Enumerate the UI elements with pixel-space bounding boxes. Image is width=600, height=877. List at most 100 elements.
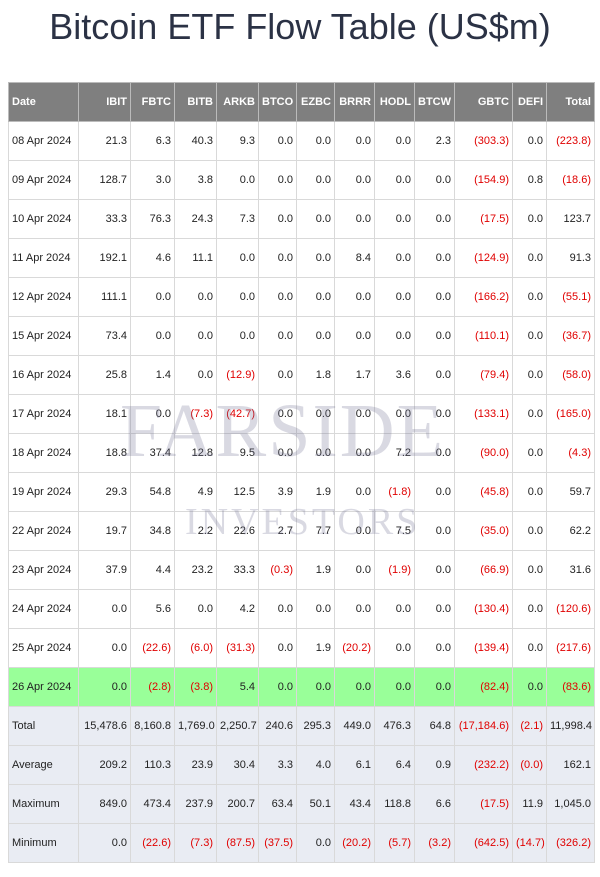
table-cell-fbtc: 54.8 xyxy=(130,472,175,512)
table-cell-total: 123.7 xyxy=(546,199,595,239)
table-cell-ibit: 29.3 xyxy=(78,472,131,512)
table-cell-brrr: 6.1 xyxy=(334,745,375,785)
table-cell-bitb: 0.0 xyxy=(174,355,217,395)
table-cell-fbtc: 3.0 xyxy=(130,160,175,200)
table-cell-date: 19 Apr 2024 xyxy=(8,472,79,512)
table-cell-brrr: 0.0 xyxy=(334,511,375,551)
column-header-fbtc: FBTC xyxy=(130,82,175,122)
table-cell-date: 25 Apr 2024 xyxy=(8,628,79,668)
table-cell-ibit: 0.0 xyxy=(78,589,131,629)
table-cell-hodl: 0.0 xyxy=(374,160,415,200)
table-cell-ezbc: 50.1 xyxy=(296,784,335,824)
table-cell-bitb: 40.3 xyxy=(174,121,217,161)
table-cell-ibit: 0.0 xyxy=(78,628,131,668)
table-cell-btcw: 0.0 xyxy=(414,277,455,317)
table-cell-btcw: 0.0 xyxy=(414,394,455,434)
table-cell-total: (58.0) xyxy=(546,355,595,395)
table-cell-defi: 0.0 xyxy=(512,472,547,512)
table-cell-brrr: 0.0 xyxy=(334,316,375,356)
table-cell-ezbc: 295.3 xyxy=(296,706,335,746)
table-cell-btco: (0.3) xyxy=(258,550,297,590)
table-cell-brrr: (20.2) xyxy=(334,628,375,668)
table-cell-bitb: 23.2 xyxy=(174,550,217,590)
table-cell-defi: 0.8 xyxy=(512,160,547,200)
table-cell-fbtc: 0.0 xyxy=(130,277,175,317)
column-header-date: Date xyxy=(8,82,79,122)
table-cell-brrr: 0.0 xyxy=(334,589,375,629)
table-row: 10 Apr 2024 33.3 76.3 24.3 7.3 0.0 0.0 0.0 0.0 0.… xyxy=(8,199,595,239)
table-cell-fbtc: 1.4 xyxy=(130,355,175,395)
table-cell-defi: 0.0 xyxy=(512,511,547,551)
table-cell-btco: 3.9 xyxy=(258,472,297,512)
table-cell-ibit: 128.7 xyxy=(78,160,131,200)
table-cell-date: 09 Apr 2024 xyxy=(8,160,79,200)
table-cell-fbtc: 6.3 xyxy=(130,121,175,161)
column-header-ibit: IBIT xyxy=(78,82,131,122)
table-cell-fbtc: 5.6 xyxy=(130,589,175,629)
table-cell-btco: 0.0 xyxy=(258,121,297,161)
table-cell-ibit: 21.3 xyxy=(78,121,131,161)
table-cell-btco: 3.3 xyxy=(258,745,297,785)
table-cell-brrr: 0.0 xyxy=(334,550,375,590)
table-cell-bitb: (3.8) xyxy=(174,667,217,707)
column-header-gbtc: GBTC xyxy=(454,82,513,122)
table-cell-defi: 0.0 xyxy=(512,355,547,395)
table-cell-ibit: 37.9 xyxy=(78,550,131,590)
table-cell-hodl: 118.8 xyxy=(374,784,415,824)
table-cell-arkb: (42.7) xyxy=(216,394,259,434)
table-cell-date: 10 Apr 2024 xyxy=(8,199,79,239)
table-cell-btcw: 0.0 xyxy=(414,433,455,473)
table-cell-arkb: 2,250.7 xyxy=(216,706,259,746)
table-cell-total: (36.7) xyxy=(546,316,595,356)
column-header-defi: DEFI xyxy=(512,82,547,122)
table-cell-date: 11 Apr 2024 xyxy=(8,238,79,278)
table-cell-date: 26 Apr 2024 xyxy=(8,667,79,707)
table-cell-ezbc: 0.0 xyxy=(296,238,335,278)
table-cell-fbtc: 110.3 xyxy=(130,745,175,785)
table-cell-gbtc: (45.8) xyxy=(454,472,513,512)
table-cell-bitb: 0.0 xyxy=(174,277,217,317)
table-cell-gbtc: (154.9) xyxy=(454,160,513,200)
table-cell-gbtc: (90.0) xyxy=(454,433,513,473)
table-cell-gbtc: (303.3) xyxy=(454,121,513,161)
column-header-hodl: HODL xyxy=(374,82,415,122)
table-cell-ezbc: 7.7 xyxy=(296,511,335,551)
table-cell-defi: 0.0 xyxy=(512,199,547,239)
table-cell-btco: 0.0 xyxy=(258,394,297,434)
table-cell-hodl: 0.0 xyxy=(374,394,415,434)
table-cell-arkb: 5.4 xyxy=(216,667,259,707)
table-cell-ibit: 18.8 xyxy=(78,433,131,473)
table-cell-date: 24 Apr 2024 xyxy=(8,589,79,629)
table-cell-btco: 0.0 xyxy=(258,355,297,395)
table-cell-ezbc: 1.9 xyxy=(296,472,335,512)
table-cell-total: 162.1 xyxy=(546,745,595,785)
table-cell-brrr: 0.0 xyxy=(334,121,375,161)
table-cell-bitb: 4.9 xyxy=(174,472,217,512)
table-cell-hodl: 0.0 xyxy=(374,238,415,278)
column-header-brrr: BRRR xyxy=(334,82,375,122)
table-cell-arkb: (12.9) xyxy=(216,355,259,395)
table-cell-hodl: (5.7) xyxy=(374,823,415,863)
table-cell-defi: 0.0 xyxy=(512,394,547,434)
table-cell-bitb: 12.8 xyxy=(174,433,217,473)
column-header-ezbc: EZBC xyxy=(296,82,335,122)
table-cell-arkb: 0.0 xyxy=(216,238,259,278)
table-cell-total: (120.6) xyxy=(546,589,595,629)
table-cell-total: 91.3 xyxy=(546,238,595,278)
table-cell-arkb: 4.2 xyxy=(216,589,259,629)
table-cell-brrr: 1.7 xyxy=(334,355,375,395)
table-cell-brrr: 449.0 xyxy=(334,706,375,746)
table-cell-date: 17 Apr 2024 xyxy=(8,394,79,434)
table-cell-bitb: 23.9 xyxy=(174,745,217,785)
table-cell-hodl: 0.0 xyxy=(374,628,415,668)
table-cell-defi: 0.0 xyxy=(512,433,547,473)
table-cell-ezbc: 0.0 xyxy=(296,433,335,473)
table-cell-btcw: 0.0 xyxy=(414,550,455,590)
table-cell-brrr: 0.0 xyxy=(334,160,375,200)
table-row: 12 Apr 2024 111.1 0.0 0.0 0.0 0.0 0.0 0.0 0.0 0.0… xyxy=(8,277,595,317)
column-header-btcw: BTCW xyxy=(414,82,455,122)
table-cell-ibit: 849.0 xyxy=(78,784,131,824)
table-cell-defi: 11.9 xyxy=(512,784,547,824)
table-cell-brrr: 0.0 xyxy=(334,472,375,512)
table-cell-ezbc: 4.0 xyxy=(296,745,335,785)
